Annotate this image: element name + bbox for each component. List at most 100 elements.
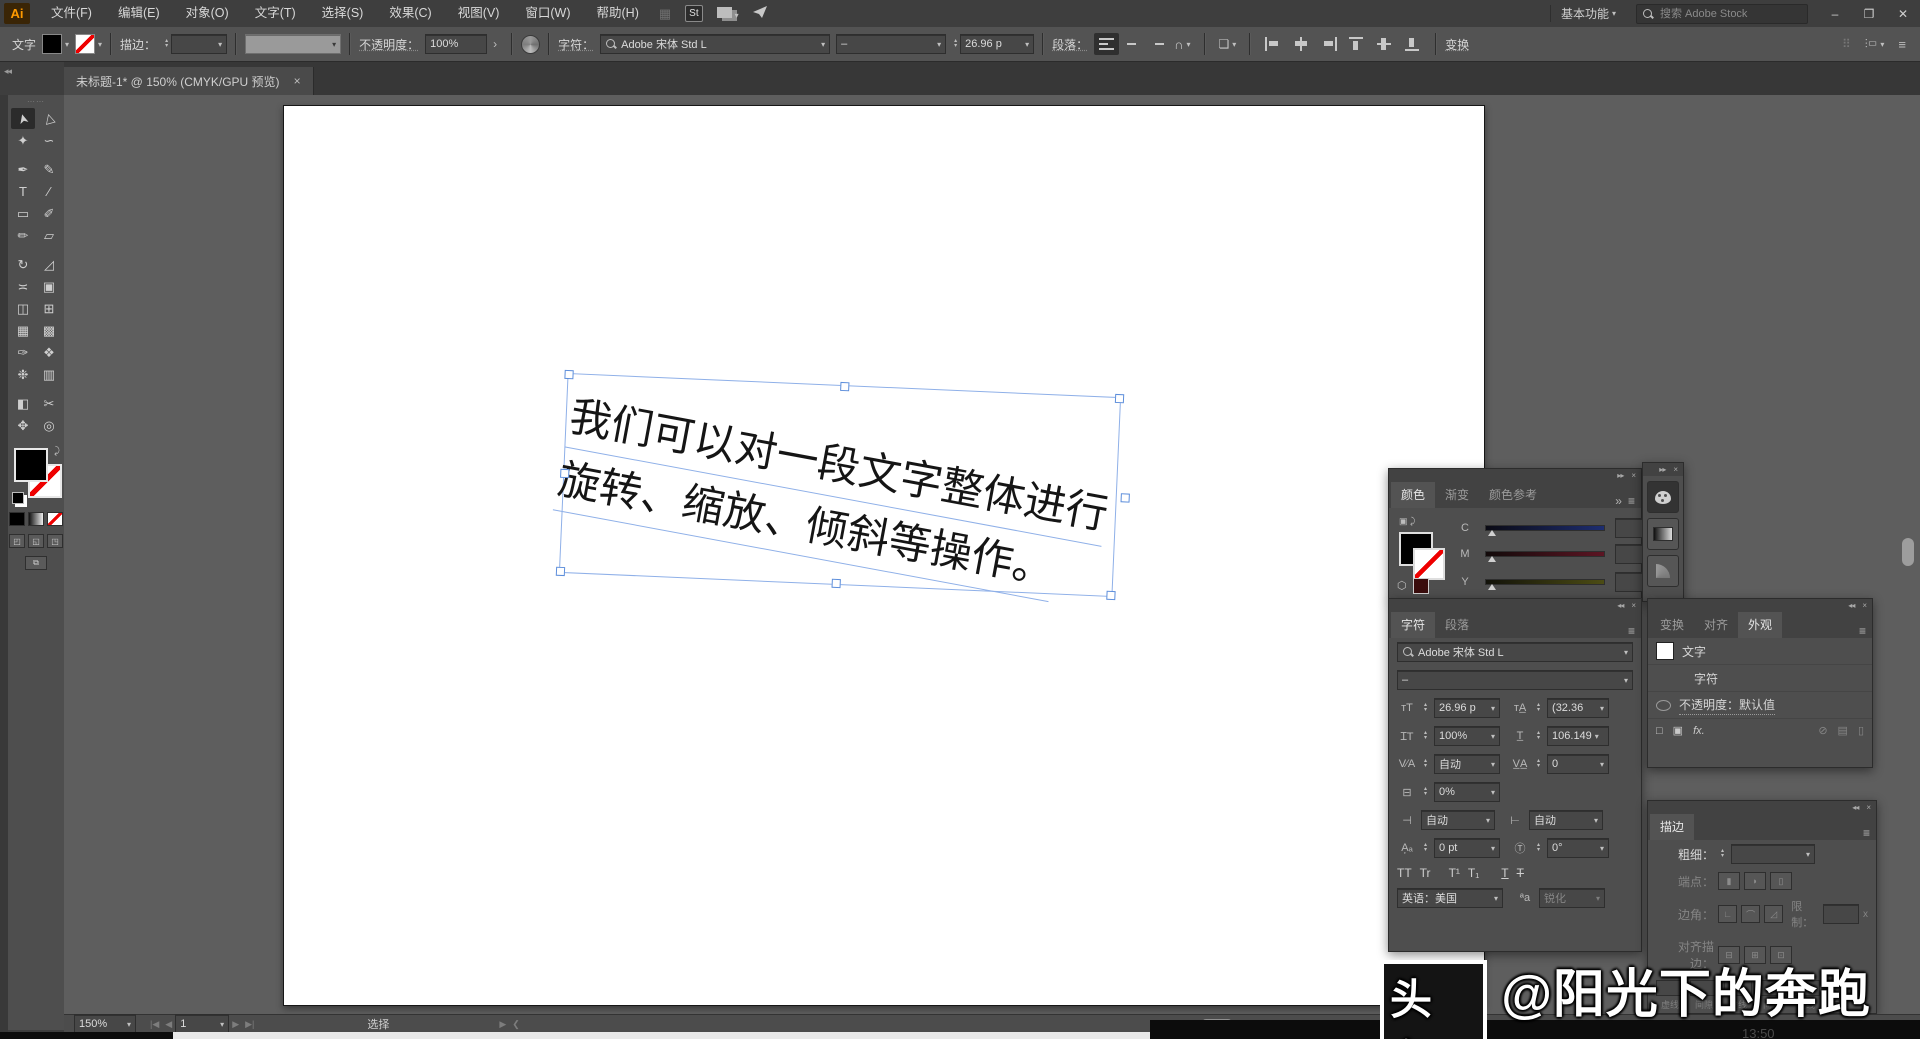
collapse-toolbar-icon[interactable]: [4, 66, 11, 76]
new-fill-icon[interactable]: ▣: [1673, 724, 1683, 737]
handle-bottom-right[interactable]: [1106, 591, 1115, 600]
dock-gradient-button[interactable]: [1647, 518, 1679, 550]
document-setup-button[interactable]: ❏: [1214, 34, 1242, 54]
handle-middle-left[interactable]: [560, 469, 569, 478]
menu-item-edit[interactable]: 编辑(E): [105, 0, 173, 27]
leading-stepper[interactable]: [1537, 703, 1540, 713]
horizontal-align-center-icon[interactable]: [1293, 37, 1309, 51]
round-cap-button[interactable]: ◗: [1744, 872, 1766, 890]
align-right-button[interactable]: [1144, 33, 1169, 55]
miter-limit-field[interactable]: [1823, 904, 1859, 924]
adobe-stock-icon[interactable]: St: [685, 5, 702, 22]
cyan-slider[interactable]: [1485, 525, 1605, 531]
tool-selection[interactable]: ➤: [11, 108, 35, 129]
proportional-spacing-stepper[interactable]: [1424, 787, 1427, 797]
opacity-more-arrow[interactable]: ›: [493, 37, 497, 51]
paragraph-label[interactable]: 段落：: [1052, 36, 1088, 53]
horizontal-scale-stepper[interactable]: [1537, 731, 1540, 741]
first-artboard-icon[interactable]: |◀: [150, 1019, 159, 1030]
collapse-panel-icon[interactable]: [1617, 471, 1623, 480]
tool-mesh[interactable]: ▦: [11, 320, 35, 341]
tool-column-graph[interactable]: ▥: [37, 364, 61, 385]
transform-link[interactable]: 变换: [1445, 36, 1469, 53]
tab-align[interactable]: 对齐: [1694, 612, 1738, 638]
minimize-button[interactable]: –: [1818, 0, 1852, 27]
color-mode-button[interactable]: [9, 512, 25, 526]
tool-paintbrush[interactable]: ✐: [37, 203, 61, 224]
anti-alias-dropdown[interactable]: 锐化: [1539, 888, 1605, 908]
envelope-warp-button[interactable]: ∩: [1169, 34, 1195, 55]
tool-hand[interactable]: ✥: [11, 415, 35, 436]
touch-workspace-icon[interactable]: ⠿: [1842, 37, 1851, 51]
vertical-align-bottom-icon[interactable]: [1405, 37, 1421, 51]
font-style-dropdown[interactable]: –: [836, 34, 946, 54]
horizontal-align-right-icon[interactable]: [1321, 37, 1337, 51]
last-color-swatch[interactable]: [1413, 578, 1429, 594]
space-before-dropdown[interactable]: 自动: [1421, 810, 1495, 830]
weight-stepper[interactable]: [1721, 849, 1724, 859]
close-panel-icon[interactable]: [1866, 803, 1871, 812]
workspace-switcher[interactable]: 基本功能: [1550, 5, 1626, 22]
yellow-slider[interactable]: [1485, 579, 1605, 585]
collapse-panel-icon[interactable]: [1852, 803, 1858, 812]
tools-drag-handle[interactable]: ⋯⋯: [27, 95, 45, 108]
kerning-stepper[interactable]: [1424, 759, 1427, 769]
delete-item-icon[interactable]: ▯: [1858, 724, 1864, 737]
bridge-icon[interactable]: ▦: [659, 6, 671, 22]
tracking-dropdown[interactable]: 0: [1547, 754, 1609, 774]
projecting-cap-button[interactable]: ▯: [1770, 872, 1792, 890]
menu-item-file[interactable]: 文件(F): [38, 0, 105, 27]
arrange-documents-button[interactable]: [717, 7, 739, 21]
scroll-left-icon[interactable]: ❮: [512, 1019, 520, 1030]
swap-fill-stroke-icon[interactable]: ⤸: [54, 446, 60, 457]
vertical-align-center-icon[interactable]: [1377, 37, 1393, 51]
recolor-artwork-icon[interactable]: [521, 35, 540, 54]
space-after-dropdown[interactable]: 自动: [1529, 810, 1603, 830]
panel-dock-icon[interactable]: ⫶▭: [1865, 37, 1885, 52]
appearance-row-type[interactable]: 文字: [1648, 638, 1872, 665]
language-dropdown[interactable]: 英语：美国: [1397, 888, 1503, 908]
char-rotation-dropdown[interactable]: 0°: [1547, 838, 1609, 858]
visibility-eye-icon[interactable]: [1656, 700, 1671, 711]
close-panel-icon[interactable]: [1631, 471, 1636, 480]
text-object[interactable]: 我们可以对一段文字整体进行 旋转、缩放、倾斜等操作。: [553, 384, 1113, 609]
tool-curvature[interactable]: ✎: [37, 159, 61, 180]
appearance-row-characters[interactable]: 字符: [1648, 665, 1872, 692]
tool-slice[interactable]: ✂: [37, 393, 61, 414]
dock-color-button[interactable]: [1647, 481, 1679, 513]
proportional-spacing-dropdown[interactable]: 0%: [1434, 782, 1500, 802]
small-caps-button[interactable]: Tr: [1420, 866, 1431, 880]
new-stroke-icon[interactable]: □: [1656, 725, 1663, 737]
toolbar-fill-swatch[interactable]: [14, 448, 48, 482]
font-family-dropdown[interactable]: Adobe 宋体 Std L: [600, 34, 830, 54]
menu-item-select[interactable]: 选择(S): [309, 0, 377, 27]
menu-item-object[interactable]: 对象(O): [173, 0, 242, 27]
gradient-mode-button[interactable]: [28, 512, 44, 526]
character-label[interactable]: 字符：: [558, 36, 594, 53]
char-font-size-dropdown[interactable]: 26.96 p: [1434, 698, 1500, 718]
tool-shape-builder[interactable]: ◫: [11, 298, 35, 319]
handle-top-right[interactable]: [1115, 394, 1124, 403]
magenta-slider[interactable]: [1485, 551, 1605, 557]
miter-join-button[interactable]: ∟: [1718, 905, 1737, 923]
tool-free-transform[interactable]: ▣: [37, 276, 61, 297]
none-mode-button[interactable]: [47, 512, 63, 526]
font-size-stepper[interactable]: [1424, 703, 1427, 713]
vertical-scale-stepper[interactable]: [1424, 731, 1427, 741]
stock-search-box[interactable]: [1636, 4, 1808, 24]
draw-inside-button[interactable]: ◳: [47, 534, 63, 548]
tool-zoom[interactable]: ◎: [37, 415, 61, 436]
all-caps-button[interactable]: TT: [1397, 866, 1412, 880]
clear-appearance-icon[interactable]: ⊘: [1818, 724, 1827, 737]
share-icon[interactable]: [753, 6, 768, 22]
mini-swap-icon[interactable]: ▣ ⤸: [1399, 516, 1415, 527]
baseline-shift-dropdown[interactable]: 0 pt: [1434, 838, 1500, 858]
close-button[interactable]: ✕: [1886, 0, 1920, 27]
color-stroke-swatch[interactable]: [1413, 548, 1445, 580]
vertical-scale-dropdown[interactable]: 100%: [1434, 726, 1500, 746]
tool-line-segment[interactable]: ∕: [37, 181, 61, 202]
char-font-family-dropdown[interactable]: Adobe 宋体 Std L: [1397, 642, 1633, 662]
horizontal-scale-dropdown[interactable]: 106.149: [1547, 726, 1609, 746]
align-left-button[interactable]: [1094, 33, 1119, 55]
tab-transform[interactable]: 变换: [1650, 612, 1694, 638]
